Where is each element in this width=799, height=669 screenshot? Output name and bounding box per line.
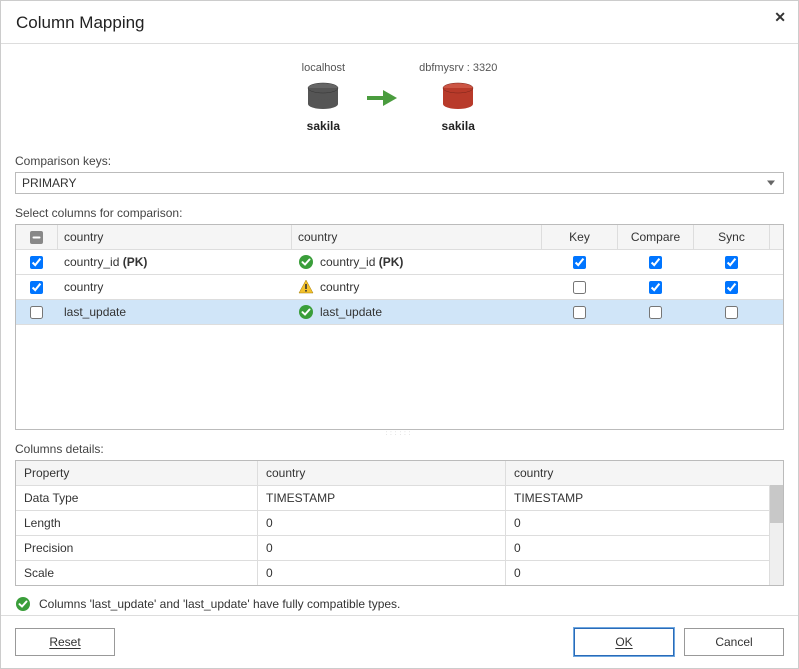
detail-target-value: TIMESTAMP [506,486,783,510]
select-all-checkbox[interactable] [30,231,43,244]
header-sync[interactable]: Sync [694,225,770,249]
column-details-label: Columns details: [15,442,784,456]
row-include-checkbox[interactable] [30,306,43,319]
row-include-checkbox[interactable] [30,256,43,269]
source-schema: localhost sakila [302,62,345,133]
dialog-title: Column Mapping [16,13,783,33]
table-row[interactable]: last_update last_update [16,300,783,325]
table-row[interactable]: country_id (PK)country_id (PK) [16,250,783,275]
header-source[interactable]: country [58,225,292,249]
target-column-cell: country [292,275,542,299]
details-row: Scale00 [16,561,783,585]
database-cylinder-icon [440,82,476,110]
detail-target-value: 0 [506,511,783,535]
dropdown-value: PRIMARY [22,176,76,190]
status-text: Columns 'last_update' and 'last_update' … [39,597,400,611]
detail-property: Scale [16,561,258,585]
splitter-handle[interactable]: :::::: [15,430,784,438]
dialog-header: Column Mapping ✕ [1,1,798,44]
source-schema-name: sakila [302,119,345,133]
close-icon[interactable]: ✕ [774,9,786,26]
scrollbar-thumb[interactable] [770,485,783,523]
success-icon [15,596,31,612]
details-header-target: country [506,461,783,485]
target-host-label: dbfmysrv : 3320 [419,62,497,74]
detail-source-value: 0 [258,536,506,560]
detail-property: Data Type [16,486,258,510]
database-cylinder-icon [305,82,341,110]
sync-checkbox[interactable] [725,306,738,319]
ok-button[interactable]: OK [574,628,674,656]
dialog-footer: Reset OK Cancel [1,615,798,668]
reset-button[interactable]: Reset [15,628,115,656]
detail-source-value: 0 [258,561,506,585]
source-column-cell: country_id (PK) [58,250,292,274]
target-schema: dbfmysrv : 3320 sakila [419,62,497,133]
details-header-source: country [258,461,506,485]
row-include-checkbox[interactable] [30,281,43,294]
target-schema-name: sakila [419,119,497,133]
header-target[interactable]: country [292,225,542,249]
key-checkbox[interactable] [573,306,586,319]
schema-mapping-row: localhost sakila dbfmysrv : 3320 sakila [1,44,798,148]
comparison-keys-dropdown[interactable]: PRIMARY [15,172,784,194]
arrow-right-icon [365,88,399,108]
select-columns-label: Select columns for comparison: [15,206,784,220]
compare-checkbox[interactable] [649,306,662,319]
sync-checkbox[interactable] [725,281,738,294]
source-column-cell: country [58,275,292,299]
table-row[interactable]: country country [16,275,783,300]
success-icon [298,304,314,320]
details-header-property: Property [16,461,258,485]
columns-header-row: country country Key Compare Sync [16,225,783,250]
detail-property: Precision [16,536,258,560]
sync-checkbox[interactable] [725,256,738,269]
detail-source-value: 0 [258,511,506,535]
details-grid: Property country country Data TypeTIMEST… [15,460,784,586]
details-header-row: Property country country [16,461,783,486]
vertical-scrollbar[interactable] [769,485,783,585]
detail-property: Length [16,511,258,535]
cancel-button[interactable]: Cancel [684,628,784,656]
compare-checkbox[interactable] [649,256,662,269]
key-checkbox[interactable] [573,256,586,269]
details-row: Length00 [16,511,783,536]
source-host-label: localhost [302,62,345,74]
detail-target-value: 0 [506,561,783,585]
header-key[interactable]: Key [542,225,618,249]
success-icon [298,254,314,270]
header-compare[interactable]: Compare [618,225,694,249]
details-row: Data TypeTIMESTAMPTIMESTAMP [16,486,783,511]
comparison-keys-label: Comparison keys: [15,154,784,168]
detail-target-value: 0 [506,536,783,560]
details-row: Precision00 [16,536,783,561]
columns-grid: country country Key Compare Sync country… [15,224,784,430]
target-column-cell: last_update [292,300,542,324]
target-column-cell: country_id (PK) [292,250,542,274]
key-checkbox[interactable] [573,281,586,294]
compare-checkbox[interactable] [649,281,662,294]
source-column-cell: last_update [58,300,292,324]
detail-source-value: TIMESTAMP [258,486,506,510]
warning-icon [298,279,314,295]
